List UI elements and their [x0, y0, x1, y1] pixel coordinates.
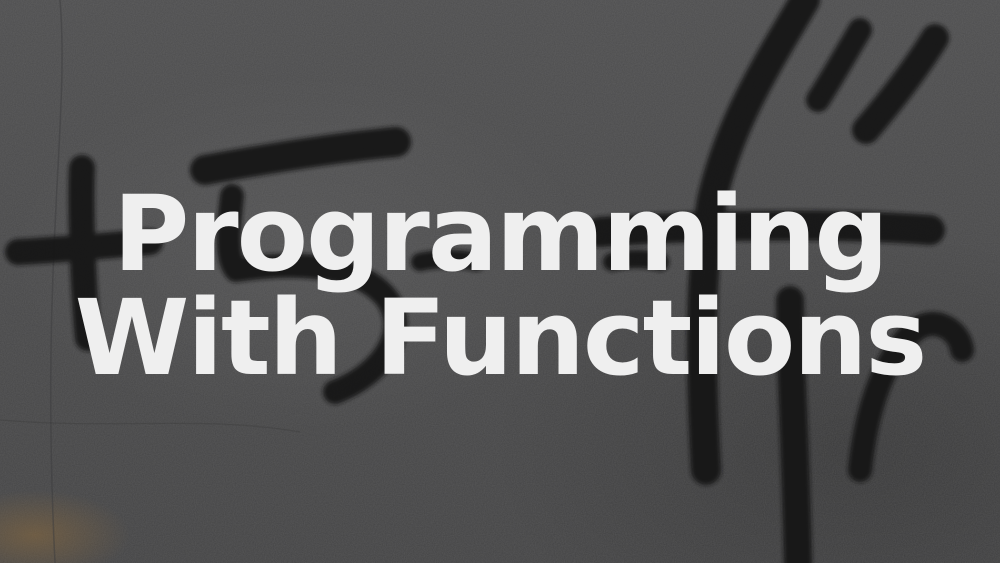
title-line-1: Programming	[113, 173, 889, 295]
graffiti-top-dash	[190, 127, 411, 185]
page-title: Programming With Functions	[0, 182, 1000, 390]
title-card: Programming With Functions	[0, 0, 1000, 563]
graffiti-quote-1	[806, 18, 872, 112]
graffiti-quote-2	[852, 24, 949, 144]
title-line-2: With Functions	[74, 277, 928, 399]
